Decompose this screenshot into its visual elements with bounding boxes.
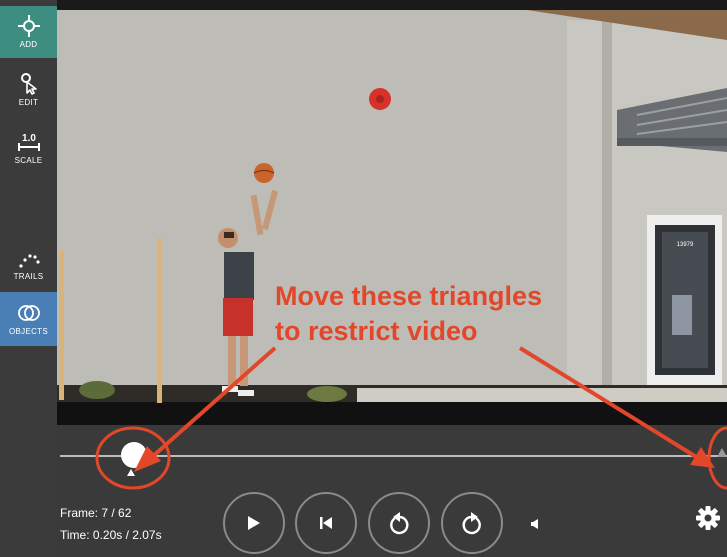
gear-icon xyxy=(696,506,720,530)
playhead-knob[interactable] xyxy=(121,442,147,468)
frame-readout: Frame: 7 / 62 xyxy=(60,506,132,520)
trails-tool-button[interactable]: TRAILS xyxy=(0,240,57,292)
scale-tool-button[interactable]: 1.0 SCALE xyxy=(0,122,57,174)
objects-tool-label: OBJECTS xyxy=(9,327,48,336)
end-trim-triangle[interactable] xyxy=(717,448,727,457)
step-back-button[interactable] xyxy=(295,492,357,554)
scale-value: 1.0 xyxy=(22,133,36,144)
video-frame[interactable]: 13979 xyxy=(57,10,727,425)
door-number: 13979 xyxy=(677,242,694,248)
annotation-line-2: to restrict video xyxy=(275,316,478,346)
rotate-forward-button[interactable] xyxy=(441,492,503,554)
scale-ruler-icon: 1.0 xyxy=(17,133,40,151)
trails-icon xyxy=(18,254,40,268)
video-scene: 13979 xyxy=(57,10,727,425)
settings-button[interactable] xyxy=(695,505,721,536)
edit-tool-button[interactable]: EDIT xyxy=(0,64,57,116)
rotate-back-button[interactable] xyxy=(368,492,430,554)
start-trim-triangle[interactable] xyxy=(127,469,135,476)
crosshair-icon xyxy=(17,15,40,37)
add-tool-button[interactable]: ADD xyxy=(0,6,57,58)
timeline-track[interactable] xyxy=(60,455,727,457)
play-icon xyxy=(248,516,260,530)
objects-tool-button[interactable]: OBJECTS xyxy=(0,292,57,346)
volume-button[interactable] xyxy=(529,517,541,535)
video-top-border xyxy=(57,0,727,10)
step-back-icon xyxy=(320,517,332,529)
rotate-forward-icon xyxy=(462,512,481,535)
tool-sidebar: ADD EDIT 1.0 SCALE TRAILS OBJECTS xyxy=(0,0,57,557)
objects-icon xyxy=(17,305,40,321)
edit-tool-label: EDIT xyxy=(18,98,39,107)
rotate-back-icon xyxy=(390,512,409,535)
pointer-edit-icon xyxy=(20,73,37,95)
time-readout: Time: 0.20s / 2.07s xyxy=(60,528,162,542)
add-tool-label: ADD xyxy=(19,40,38,49)
scale-tool-label: SCALE xyxy=(14,156,43,165)
annotation-line-1: Move these triangles xyxy=(275,281,543,311)
speaker-icon xyxy=(531,519,538,529)
trails-tool-label: TRAILS xyxy=(13,272,44,281)
play-button[interactable] xyxy=(223,492,285,554)
